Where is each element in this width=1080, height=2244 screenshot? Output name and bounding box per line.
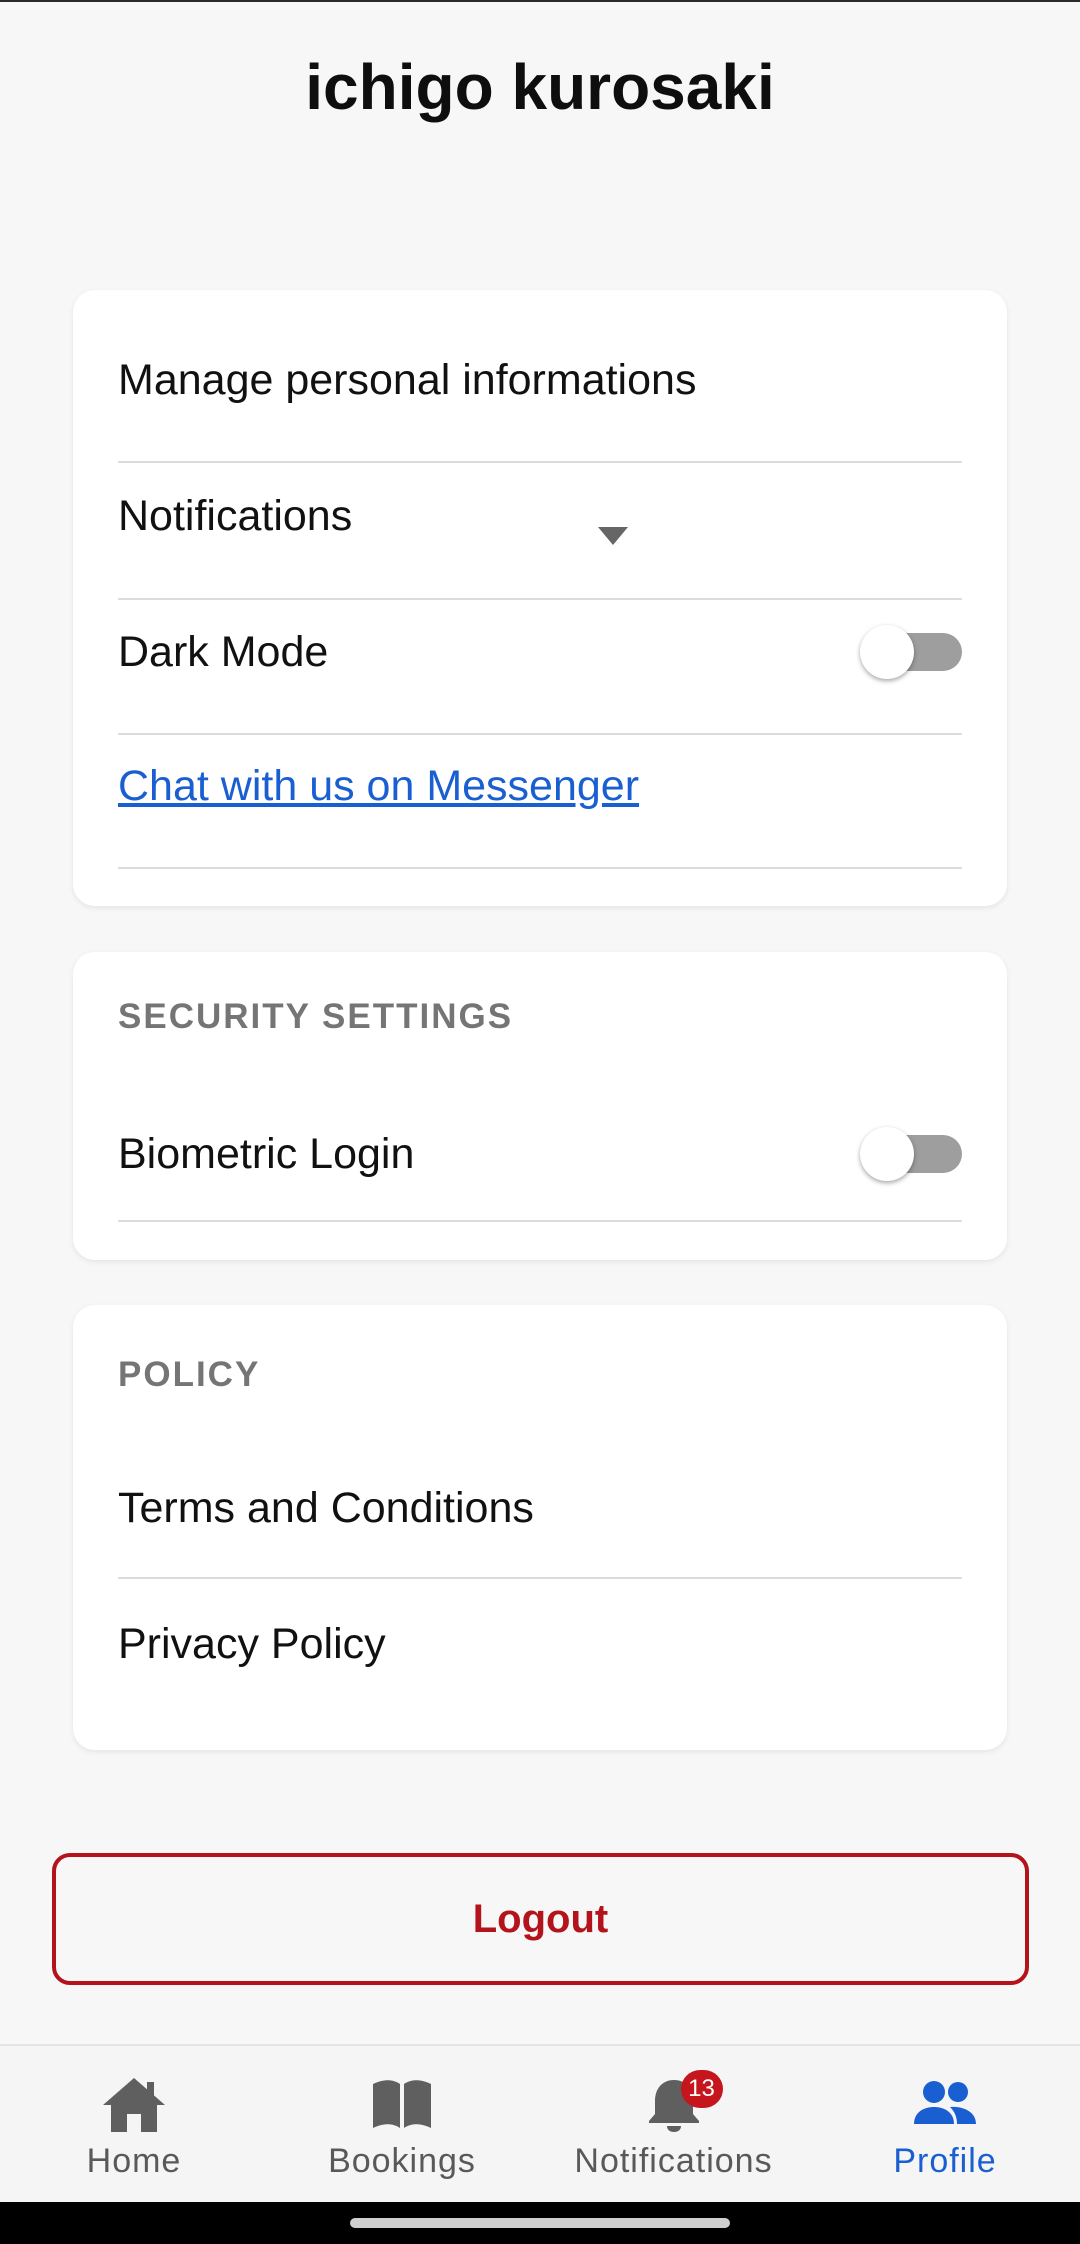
- home-gesture-handle[interactable]: [350, 2218, 730, 2228]
- notification-count-badge: 13: [680, 2070, 723, 2108]
- security-settings-card: SECURITY SETTINGS Biometric Login: [73, 952, 1007, 1260]
- nav-profile[interactable]: Profile: [875, 2046, 1015, 2204]
- people-icon: [912, 2076, 978, 2132]
- biometric-login-label: Biometric Login: [118, 1129, 415, 1178]
- privacy-policy-item[interactable]: Privacy Policy: [118, 1594, 962, 1694]
- bell-icon: 13: [641, 2070, 723, 2132]
- terms-and-conditions-label: Terms and Conditions: [118, 1483, 534, 1532]
- messenger-row: Chat with us on Messenger: [118, 736, 962, 836]
- manage-personal-info-item[interactable]: Manage personal informations: [118, 330, 962, 430]
- toggle-knob: [860, 625, 914, 679]
- home-icon: [101, 2076, 167, 2132]
- caret-down-icon: [598, 507, 628, 545]
- dark-mode-row: Dark Mode: [118, 602, 962, 702]
- nav-notifications-label: Notifications: [574, 2142, 773, 2180]
- divider: [118, 733, 962, 735]
- notifications-dropdown-label: Notifications: [118, 491, 353, 540]
- nav-profile-label: Profile: [893, 2142, 997, 2180]
- divider: [118, 461, 962, 463]
- nav-home[interactable]: Home: [64, 2046, 204, 2204]
- security-settings-header: SECURITY SETTINGS: [118, 997, 514, 1036]
- nav-home-label: Home: [86, 2142, 182, 2180]
- toggle-knob: [860, 1127, 914, 1181]
- messenger-link[interactable]: Chat with us on Messenger: [118, 762, 639, 811]
- divider: [118, 1220, 962, 1222]
- book-icon: [369, 2076, 435, 2132]
- nav-bookings-label: Bookings: [328, 2142, 476, 2180]
- divider: [118, 867, 962, 869]
- biometric-login-toggle[interactable]: [860, 1127, 962, 1181]
- settings-card: Manage personal informations Notificatio…: [73, 290, 1007, 906]
- dark-mode-label: Dark Mode: [118, 627, 329, 676]
- bottom-navigation: Home Bookings 13 Notifications Profile: [0, 2044, 1080, 2202]
- notifications-dropdown[interactable]: Notifications: [118, 466, 962, 566]
- system-navigation-bar: [0, 2202, 1080, 2244]
- dark-mode-toggle[interactable]: [860, 625, 962, 679]
- biometric-login-row: Biometric Login: [118, 1104, 962, 1204]
- privacy-policy-label: Privacy Policy: [118, 1619, 386, 1668]
- top-border: [0, 0, 1080, 2]
- policy-card: POLICY Terms and Conditions Privacy Poli…: [73, 1305, 1007, 1750]
- page-title: ichigo kurosaki: [305, 51, 775, 123]
- logout-button[interactable]: Logout: [52, 1853, 1029, 1985]
- nav-bookings[interactable]: Bookings: [322, 2046, 482, 2204]
- divider: [118, 598, 962, 600]
- divider: [118, 1577, 962, 1579]
- nav-notifications[interactable]: 13 Notifications: [566, 2046, 781, 2204]
- manage-personal-info-label: Manage personal informations: [118, 355, 697, 404]
- terms-and-conditions-item[interactable]: Terms and Conditions: [118, 1458, 962, 1558]
- policy-header: POLICY: [118, 1355, 261, 1394]
